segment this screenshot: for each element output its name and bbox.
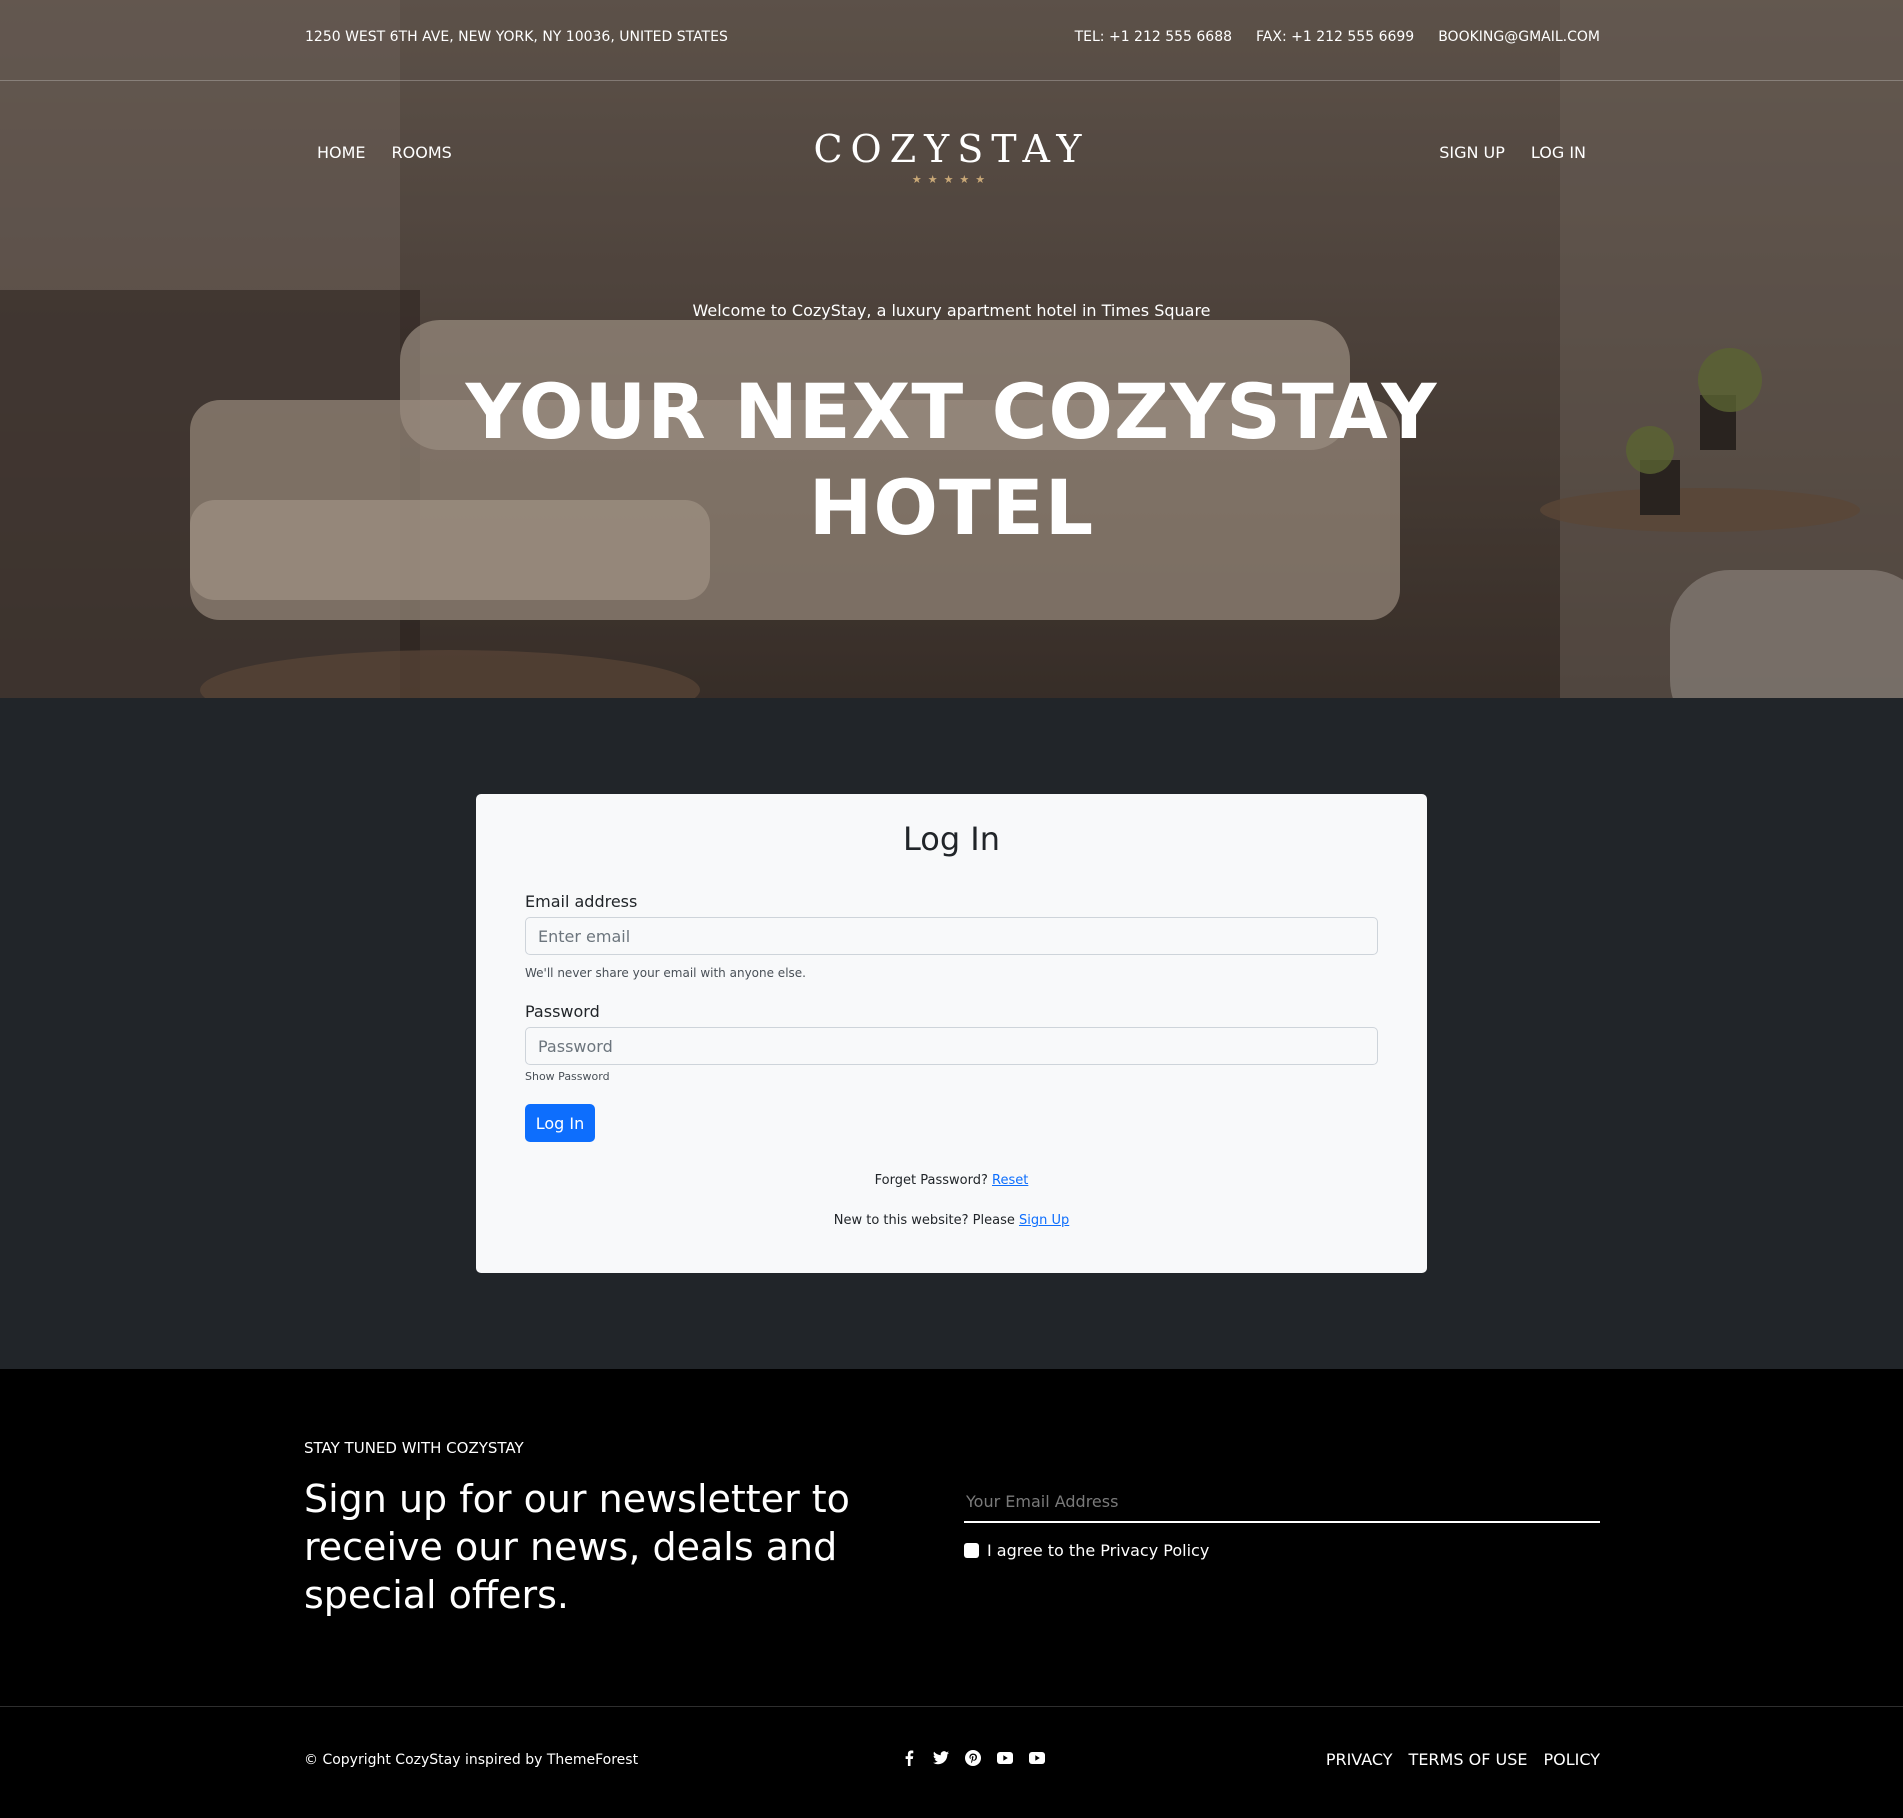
email-input[interactable] (525, 917, 1378, 955)
hero-banner: 1250 WEST 6TH AVE, NEW YORK, NY 10036, U… (0, 0, 1903, 698)
show-password-toggle[interactable]: Show Password (525, 1070, 610, 1083)
password-input[interactable] (525, 1027, 1378, 1065)
login-title: Log In (902, 820, 1001, 858)
login-section: Log In Email address We'll never share y… (0, 698, 1903, 1369)
privacy-agree: I agree to the Privacy Policy (964, 1541, 1209, 1560)
forgot-password-line: Forget Password? Reset (476, 1173, 1427, 1188)
login-card: Log In Email address We'll never share y… (476, 794, 1427, 1273)
newsletter-email-input[interactable] (964, 1481, 1600, 1523)
log-in-button[interactable]: Log In (525, 1104, 595, 1142)
social-icons (900, 1749, 1046, 1767)
hero-title-line-2: HOTEL (808, 463, 1095, 552)
hero-subtitle: Welcome to CozyStay, a luxury apartment … (692, 301, 1211, 320)
privacy-agree-label: I agree to the Privacy Policy (987, 1541, 1210, 1560)
signup-prompt-line: New to this website? Please Sign Up (476, 1213, 1427, 1228)
nav-sign-up-link[interactable]: SIGN UP (1439, 143, 1505, 162)
brand-logo[interactable]: COZYSTAY ★★★★★ (0, 127, 1903, 186)
youtube-icon[interactable] (996, 1749, 1014, 1767)
forgot-password-text: Forget Password? (874, 1173, 988, 1188)
footer-policy-link[interactable]: POLICY (1543, 1750, 1600, 1769)
footer-privacy-link[interactable]: PRIVACY (1326, 1750, 1393, 1769)
signup-prompt-text: New to this website? Please (833, 1213, 1015, 1228)
newsletter-kicker: STAY TUNED WITH COZYSTAY (304, 1439, 524, 1457)
fax-text: FAX: +1 212 555 6699 (1256, 29, 1415, 45)
nav-log-in-link[interactable]: LOG IN (1531, 143, 1586, 162)
reset-password-link[interactable]: Reset (992, 1173, 1028, 1188)
facebook-icon[interactable] (900, 1749, 918, 1767)
phone-text[interactable]: TEL: +1 212 555 6688 (1075, 29, 1232, 45)
logo-text: COZYSTAY (813, 127, 1090, 171)
address-text: 1250 WEST 6TH AVE, NEW YORK, NY 10036, U… (305, 29, 728, 45)
sign-up-link[interactable]: Sign Up (1019, 1213, 1069, 1228)
pinterest-icon[interactable] (964, 1749, 982, 1767)
hero-title-line-1: YOUR NEXT COZYSTAY (465, 367, 1438, 456)
email-help-text: We'll never share your email with anyone… (525, 966, 806, 980)
newsletter-section: STAY TUNED WITH COZYSTAY Sign up for our… (0, 1369, 1903, 1706)
hero-title: YOUR NEXT COZYSTAY HOTEL (0, 364, 1903, 556)
site-footer: © Copyright CozyStay inspired by ThemeFo… (0, 1706, 1903, 1818)
email-text[interactable]: BOOKING@GMAIL.COM (1438, 29, 1600, 45)
copyright-text: © Copyright CozyStay inspired by ThemeFo… (304, 1752, 639, 1768)
nav-right-links: SIGN UP LOG IN (1439, 143, 1586, 162)
top-info-bar: 1250 WEST 6TH AVE, NEW YORK, NY 10036, U… (0, 0, 1903, 81)
privacy-checkbox[interactable] (964, 1543, 979, 1558)
password-label: Password (525, 1002, 600, 1021)
twitter-icon[interactable] (932, 1749, 950, 1767)
footer-terms-link[interactable]: TERMS OF USE (1409, 1750, 1528, 1769)
youtube-icon[interactable] (1028, 1749, 1046, 1767)
email-label: Email address (525, 892, 638, 911)
main-navigation: HOME ROOMS COZYSTAY ★★★★★ SIGN UP LOG IN (0, 81, 1903, 221)
footer-links: PRIVACY TERMS OF USE POLICY (1326, 1750, 1600, 1769)
contact-info: TEL: +1 212 555 6688 FAX: +1 212 555 669… (1075, 29, 1600, 45)
rating-stars-icon: ★★★★★ (911, 173, 992, 186)
newsletter-headline: Sign up for our newsletter to receive ou… (304, 1477, 850, 1617)
